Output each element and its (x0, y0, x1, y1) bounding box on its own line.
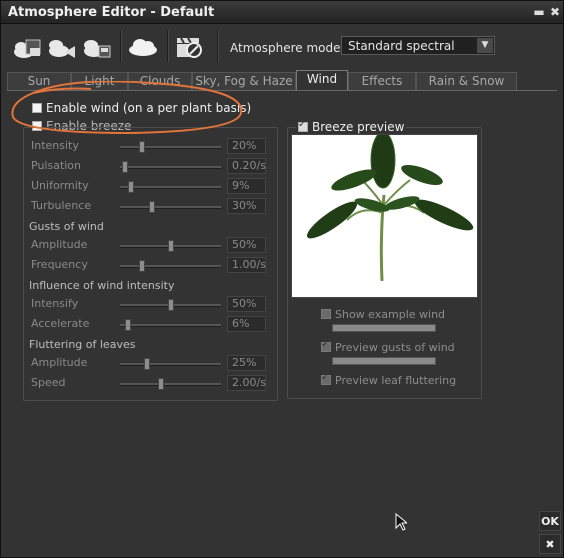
slider-label: Frequency (31, 258, 88, 271)
slider-label: Intensity (31, 139, 79, 152)
value-field[interactable]: 50% (227, 237, 266, 253)
slider-label: Uniformity (31, 179, 89, 192)
breeze-preview-checkbox[interactable]: Breeze preview (296, 119, 407, 134)
slider[interactable] (120, 161, 221, 173)
slider-thumb[interactable] (128, 181, 134, 193)
sky-save-icon[interactable] (45, 32, 77, 62)
minimize-icon[interactable]: ▬ (531, 4, 547, 20)
value-field[interactable]: 1.00/s (227, 257, 266, 273)
preview-leaf-checkbox[interactable]: Preview leaf fluttering (321, 372, 457, 387)
slider-thumb[interactable] (125, 319, 131, 331)
mouse-cursor-icon (395, 513, 407, 531)
sky-load-icon[interactable] (10, 32, 42, 62)
section-title: Gusts of wind (29, 220, 104, 233)
slider-label: Turbulence (31, 199, 92, 212)
slider-label: Accelerate (31, 317, 90, 330)
tab-wind[interactable]: Wind (296, 70, 348, 91)
sky-save-as-icon[interactable] (80, 32, 112, 62)
checkbox-box[interactable] (321, 339, 331, 352)
atmosphere-model-select[interactable]: Standard spectral ▼ (341, 36, 495, 55)
slider-thumb[interactable] (139, 141, 145, 153)
checkbox-box[interactable] (321, 309, 331, 319)
checkbox-box[interactable] (321, 372, 331, 385)
atmosphere-editor-window: Atmosphere Editor - Default ▬ ✖ Atmosphe… (0, 0, 564, 558)
slider[interactable] (120, 378, 221, 390)
example-wind-bar (332, 324, 436, 332)
preview-leaf-label: Preview leaf fluttering (335, 374, 457, 387)
value-field[interactable]: 2.00/s (227, 375, 266, 391)
slider[interactable] (120, 260, 221, 272)
plant-preview-image (291, 131, 478, 298)
title-bar[interactable]: Atmosphere Editor - Default ▬ ✖ (1, 1, 563, 24)
atmosphere-model-label: Atmosphere model: (230, 41, 348, 55)
show-example-wind-label: Show example wind (335, 308, 446, 321)
value-field[interactable]: 50% (227, 296, 266, 312)
toolbar-separator (167, 30, 169, 62)
value-field[interactable]: 6% (227, 316, 266, 332)
slider[interactable] (120, 240, 221, 252)
slider-label: Intensify (31, 297, 79, 310)
value-field[interactable]: 20% (227, 138, 266, 154)
breeze-preview-label: Breeze preview (312, 120, 405, 134)
checkbox-box[interactable] (298, 119, 308, 132)
preview-gusts-label: Preview gusts of wind (335, 341, 455, 354)
slider[interactable] (120, 141, 221, 153)
preview-gusts-checkbox[interactable]: Preview gusts of wind (321, 339, 455, 354)
gusts-bar (332, 357, 436, 365)
tab-effects[interactable]: Effects (348, 72, 416, 90)
slider[interactable] (120, 299, 221, 311)
slider-label: Pulsation (31, 159, 82, 172)
slider-thumb[interactable] (149, 201, 155, 213)
chevron-down-icon[interactable]: ▼ (477, 38, 493, 53)
clapper-settings-icon[interactable] (175, 32, 207, 62)
section-title: Fluttering of leaves (29, 338, 136, 351)
value-field[interactable]: 30% (227, 198, 266, 214)
window-title: Atmosphere Editor - Default (8, 5, 215, 20)
cancel-button[interactable]: ✖ (539, 534, 561, 554)
slider-thumb[interactable] (168, 299, 174, 311)
cloud-icon[interactable] (127, 32, 159, 62)
slider-thumb[interactable] (139, 260, 145, 272)
slider[interactable] (120, 181, 221, 193)
slider[interactable] (120, 358, 221, 370)
value-field[interactable]: 0.20/s (227, 158, 266, 174)
slider[interactable] (120, 201, 221, 213)
slider-label: Speed (31, 376, 66, 389)
slider[interactable] (120, 319, 221, 331)
toolbar-separator (217, 30, 219, 62)
slider-label: Amplitude (31, 238, 88, 251)
slider-thumb[interactable] (122, 161, 128, 173)
section-title: Influence of wind intensity (29, 279, 175, 292)
close-icon[interactable]: ✖ (547, 4, 563, 20)
value-field[interactable]: 25% (227, 355, 266, 371)
slider-thumb[interactable] (168, 240, 174, 252)
slider-label: Amplitude (31, 356, 88, 369)
value-field[interactable]: 9% (227, 178, 266, 194)
slider-thumb[interactable] (144, 358, 150, 370)
ok-button[interactable]: OK (539, 511, 561, 531)
toolbar-separator (120, 30, 122, 62)
tab-rain-snow[interactable]: Rain & Snow (416, 72, 517, 90)
show-example-wind-checkbox[interactable]: Show example wind (321, 308, 445, 321)
atmosphere-model-value: Standard spectral (348, 39, 455, 53)
slider-thumb[interactable] (158, 378, 164, 390)
highlight-annotation-ellipse (11, 81, 243, 135)
